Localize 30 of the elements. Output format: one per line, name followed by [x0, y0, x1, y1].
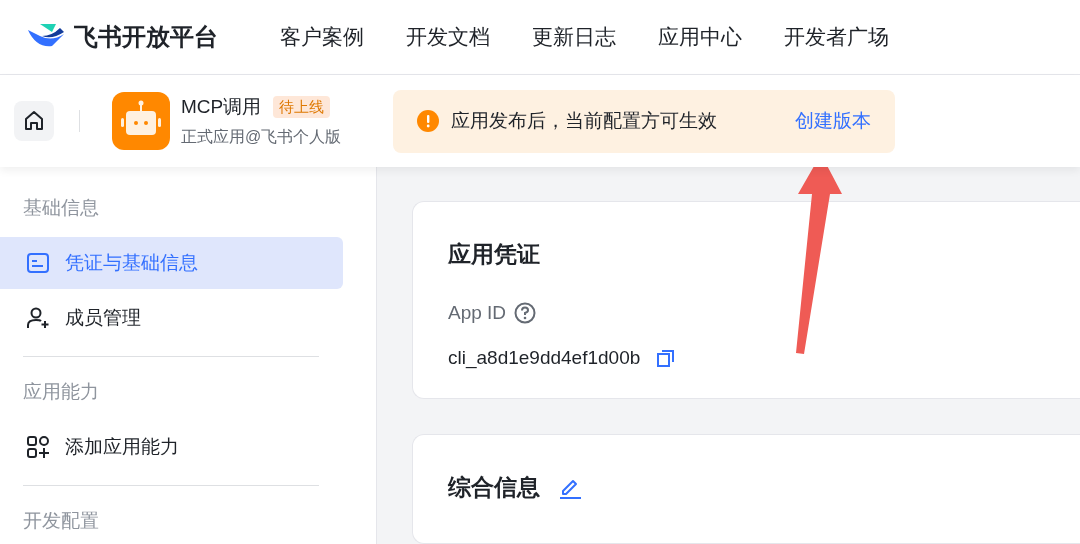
create-version-link[interactable]: 创建版本: [795, 106, 872, 136]
status-badge: 待上线: [273, 96, 331, 118]
section-title: 开发配置: [23, 509, 100, 533]
sidebar-item[interactable]: 成员管理: [0, 292, 343, 344]
nav-link[interactable]: 应用中心: [658, 21, 742, 53]
brand-name: 飞书开放平台: [74, 22, 218, 52]
add-grid-icon: [26, 435, 50, 459]
sidebar-item[interactable]: 添加应用能力: [0, 421, 343, 473]
app-id-value: cli_a8d1e9dd4ef1d00b: [448, 345, 641, 371]
robot-app-icon: [112, 92, 170, 150]
app-subtitle: 正式应用@飞书个人版: [181, 127, 342, 148]
id-card-icon: [26, 251, 50, 275]
home-icon: [22, 109, 46, 133]
nav-link[interactable]: 开发者广场: [784, 21, 889, 53]
card-title: 应用凭证: [448, 240, 540, 269]
warning-icon: [417, 110, 440, 132]
nav-link[interactable]: 客户案例: [280, 21, 364, 53]
home-button[interactable]: [14, 101, 54, 141]
sidebar-item[interactable]: 凭证与基础信息: [0, 237, 343, 289]
copy-icon[interactable]: [656, 347, 677, 368]
app-name: MCP调用: [181, 94, 262, 119]
card-title: 综合信息: [448, 473, 540, 503]
nav-link[interactable]: 开发文档: [406, 21, 490, 53]
notice-text: 应用发布后，当前配置方可生效: [451, 108, 718, 133]
field-label: App ID: [448, 301, 507, 325]
help-icon[interactable]: [514, 302, 537, 325]
section-title: 应用能力: [23, 380, 100, 404]
section-title: 基础信息: [23, 196, 100, 220]
nav-link[interactable]: 更新日志: [532, 21, 616, 53]
add-user-icon: [26, 306, 50, 330]
